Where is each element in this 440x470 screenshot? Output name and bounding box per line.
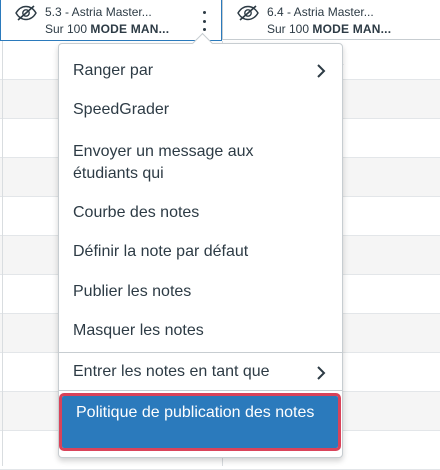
menu-item-label: Publier les notes [73, 283, 192, 300]
column-options-menu: Ranger par SpeedGrader Envoyer un messag… [58, 43, 343, 458]
points-prefix: Sur 100 [267, 22, 310, 36]
menu-item-label: SpeedGrader [73, 101, 170, 118]
menu-item-hide-grades[interactable]: Masquer les notes [59, 320, 342, 342]
column-points: Sur 100 MODE MAN... [45, 22, 169, 36]
points-mode: MODE MAN... [90, 22, 170, 36]
menu-divider [59, 352, 342, 353]
chevron-right-icon [317, 366, 326, 380]
menu-item-speedgrader[interactable]: SpeedGrader [59, 99, 342, 121]
menu-item-label: Ranger par [73, 62, 154, 79]
column-title: 6.4 - Astria Master... [267, 5, 374, 19]
menu-item-sort-by[interactable]: Ranger par [59, 60, 342, 82]
menu-item-label: Courbe des notes [73, 204, 200, 221]
menu-item-label: Masquer les notes [73, 322, 204, 339]
eye-slash-icon [237, 5, 259, 21]
menu-item-grade-posting-policy[interactable]: Politique de publication des notes [59, 393, 341, 451]
menu-item-label: Envoyer un message aux étudiants qui [73, 143, 254, 182]
menu-divider [59, 390, 342, 391]
column-points: Sur 100 MODE MAN... [267, 22, 391, 36]
menu-item-label: Entrer les notes en tant que [73, 363, 270, 380]
column-header-assignment-6-4[interactable]: 6.4 - Astria Master... Sur 100 MODE MAN.… [222, 0, 440, 40]
menu-item-post-grades[interactable]: Publier les notes [59, 281, 342, 303]
grid-column-divider [2, 41, 3, 466]
column-options-kebab-icon[interactable] [199, 11, 209, 31]
column-title: 5.3 - Astria Master... [45, 5, 152, 19]
chevron-right-icon [317, 64, 326, 78]
menu-item-curve-grades[interactable]: Courbe des notes [59, 202, 342, 224]
menu-item-label: Politique de publication des notes [76, 404, 315, 421]
menu-item-enter-grades-as[interactable]: Entrer les notes en tant que [59, 361, 342, 383]
column-header-assignment-5-3[interactable]: 5.3 - Astria Master... Sur 100 MODE MAN.… [0, 0, 222, 41]
points-mode: MODE MAN... [312, 22, 392, 36]
menu-item-label: Définir la note par défaut [73, 243, 249, 260]
menu-item-set-default-grade[interactable]: Définir la note par défaut [59, 241, 342, 263]
points-prefix: Sur 100 [45, 22, 88, 36]
eye-slash-icon [15, 5, 37, 21]
menu-item-message-students[interactable]: Envoyer un message aux étudiants qui [59, 141, 342, 185]
